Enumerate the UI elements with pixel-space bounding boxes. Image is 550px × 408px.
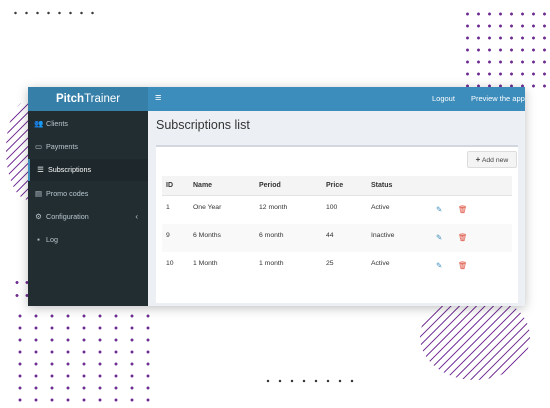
sidebar-item-configuration[interactable]: ⚙ Configuration ‹ — [28, 206, 148, 228]
column-header-name[interactable]: Name — [193, 176, 212, 195]
page-title: Subscriptions list — [156, 118, 250, 132]
trash-icon[interactable]: 🗑 — [458, 206, 468, 214]
decor-dots-bottom — [262, 376, 354, 386]
brand-logo[interactable]: PitchTrainer — [28, 87, 148, 111]
sidebar-item-payments[interactable]: ▭ Payments — [28, 136, 148, 158]
cell-id: 1 — [166, 204, 170, 211]
cell-period: 6 month — [259, 232, 284, 239]
brand-regular: Trainer — [84, 93, 121, 105]
decor-dots-top-left — [10, 8, 102, 18]
cell-status: Inactive — [371, 232, 395, 239]
cogs-icon: ⚙ — [35, 212, 42, 221]
add-new-label: Add new — [481, 157, 509, 164]
sidebar-item-log[interactable]: ▪ Log — [28, 229, 148, 251]
sidebar-item-label: Payments — [46, 142, 78, 151]
logout-link[interactable]: Logout — [432, 87, 455, 111]
cell-id: 10 — [166, 260, 174, 267]
app-window: PitchTrainer ≡ Logout Preview the app 👥 … — [28, 87, 525, 306]
file-icon: ▪ — [37, 235, 40, 244]
sidebar-item-promo-codes[interactable]: ▤ Promo codes — [28, 183, 148, 205]
barcode-icon: ▤ — [34, 189, 43, 198]
plus-icon: + — [475, 155, 481, 164]
sidebar-item-label: Configuration — [46, 212, 89, 221]
cell-id: 9 — [166, 232, 170, 239]
sidebar-item-label: Clients — [46, 119, 68, 128]
decor-dots-bottom-left — [12, 310, 160, 405]
table-row: 9 6 Months 6 month 44 Inactive ✎ 🗑 — [162, 224, 512, 252]
trash-icon[interactable]: 🗑 — [458, 234, 468, 242]
preview-app-link[interactable]: Preview the app — [471, 87, 525, 111]
main-content: Subscriptions list + Add new ID Name Per… — [148, 111, 525, 306]
decor-hatch-bottom-right — [420, 294, 530, 380]
subscriptions-box: + Add new ID Name Period Price Status 1 … — [156, 145, 518, 303]
trash-icon[interactable]: 🗑 — [458, 262, 468, 270]
table-row: 1 One Year 12 month 100 Active ✎ 🗑 — [162, 196, 512, 224]
cell-price: 44 — [326, 232, 334, 239]
add-new-button[interactable]: + Add new — [467, 151, 517, 168]
column-header-id[interactable]: ID — [166, 176, 173, 195]
brand-bold: Pitch — [55, 93, 85, 105]
sidebar: 👥 Clients ▭ Payments ☰ Subscriptions ▤ P… — [28, 111, 148, 306]
list-icon: ☰ — [37, 165, 44, 174]
edit-icon[interactable]: ✎ — [436, 206, 442, 214]
cell-status: Active — [371, 260, 390, 267]
cell-name: One Year — [193, 204, 222, 211]
column-header-status[interactable]: Status — [371, 176, 392, 195]
cell-name: 6 Months — [193, 232, 221, 239]
cell-name: 1 Month — [193, 260, 218, 267]
cell-period: 12 month — [259, 204, 288, 211]
decor-dots-top-right — [462, 8, 550, 90]
top-navbar: PitchTrainer ≡ Logout Preview the app — [28, 87, 525, 111]
edit-icon[interactable]: ✎ — [436, 234, 442, 242]
money-icon: ▭ — [34, 142, 43, 151]
column-header-price[interactable]: Price — [326, 176, 343, 195]
edit-icon[interactable]: ✎ — [436, 262, 442, 270]
sidebar-item-subscriptions[interactable]: ☰ Subscriptions — [28, 159, 148, 181]
chevron-left-icon: ‹ — [135, 212, 138, 221]
cell-status: Active — [371, 204, 390, 211]
hamburger-icon[interactable]: ≡ — [155, 87, 161, 111]
column-header-period[interactable]: Period — [259, 176, 281, 195]
sidebar-item-label: Log — [46, 235, 58, 244]
table-header: ID Name Period Price Status — [162, 176, 512, 196]
cell-period: 1 month — [259, 260, 284, 267]
cell-price: 25 — [326, 260, 334, 267]
users-icon: 👥 — [34, 119, 44, 128]
sidebar-item-label: Subscriptions — [48, 165, 92, 174]
sidebar-item-clients[interactable]: 👥 Clients — [28, 113, 148, 135]
cell-price: 100 — [326, 204, 338, 211]
table-row: 10 1 Month 1 month 25 Active ✎ 🗑 — [162, 252, 512, 280]
sidebar-item-label: Promo codes — [46, 189, 89, 198]
